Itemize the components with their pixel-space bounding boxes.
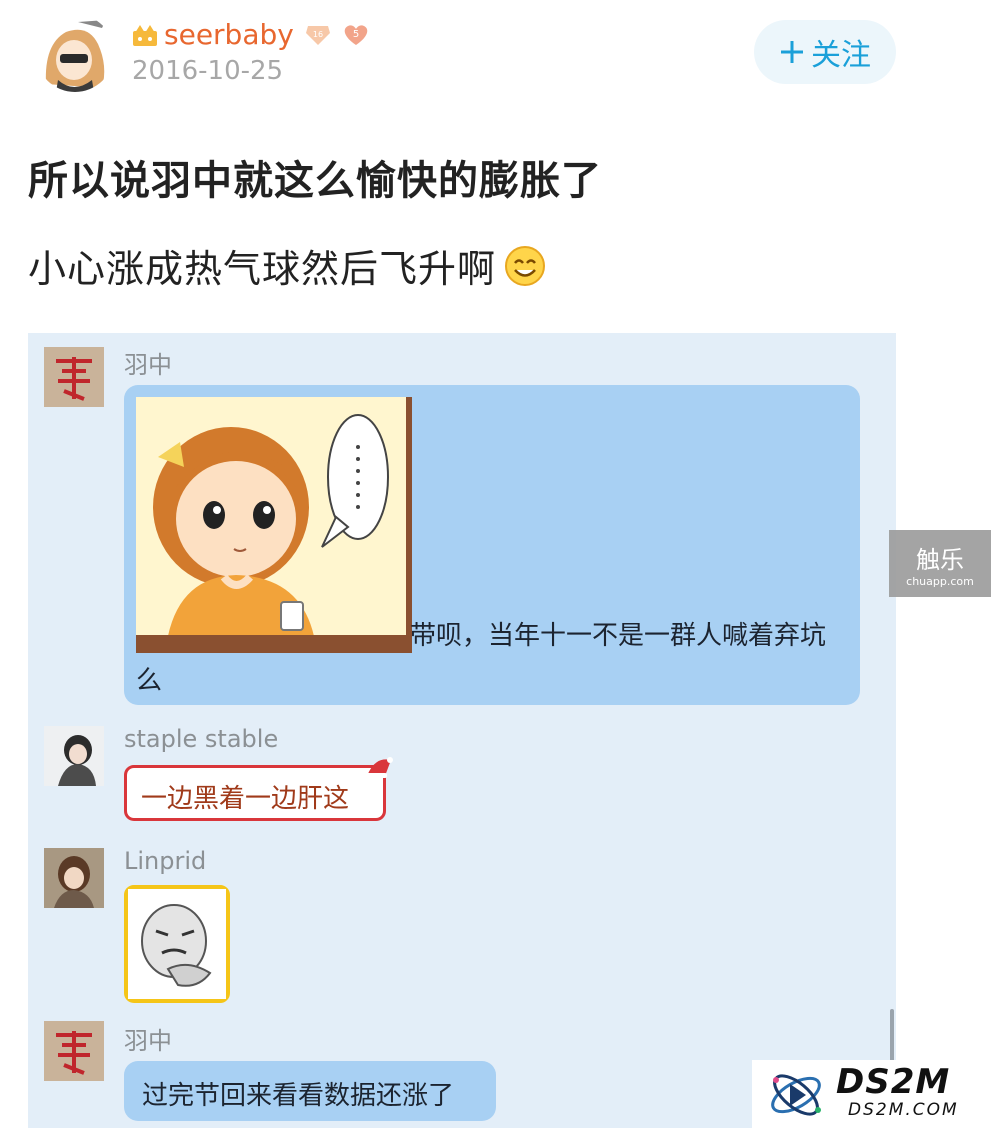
avatar [44, 347, 104, 407]
follow-button[interactable]: 关注 [754, 20, 896, 84]
chuapp-logo-text: 触乐 [916, 545, 964, 574]
level-badge-icon: 16 [304, 23, 332, 47]
message-text-cont: 么 [136, 666, 163, 696]
post-body-text: 小心涨成热气球然后飞升啊 [28, 247, 497, 291]
ds2m-url: DS2M.COM [848, 1100, 959, 1120]
ds2m-watermark: DS2M DS2M.COM [752, 1060, 991, 1128]
avatar [44, 848, 104, 908]
plus-icon [781, 41, 803, 63]
sender-name: 羽中 [124, 351, 172, 379]
author-name-text: seerbaby [164, 18, 294, 51]
level-badge-text: 16 [313, 30, 323, 39]
post-date: 2016-10-25 [132, 56, 284, 86]
chat-screenshot: 羽中 带呗，当年十一不是一群人喊着弃坑 么 staple stable 一边黑着… [28, 333, 896, 1128]
santa-hat-icon [365, 757, 393, 778]
message-bubble: 一边黑着一边肝这 [124, 757, 393, 821]
fan-badge-text: 5 [353, 29, 359, 40]
message-bubble: 过完节回来看看数据还涨了 [124, 1061, 496, 1121]
anime-girl-image [136, 397, 412, 653]
sender-name: 羽中 [124, 1027, 172, 1055]
author-avatar[interactable] [36, 14, 114, 92]
avatar [44, 1021, 104, 1081]
sender-name: Linprid [124, 847, 207, 875]
follow-label: 关注 [811, 38, 871, 73]
fan-badge-icon: 5 [342, 23, 370, 47]
smile-emoji-icon [505, 245, 546, 286]
ds2m-title: DS2M [836, 1062, 951, 1102]
sender-name: staple stable [124, 725, 279, 753]
author-name[interactable]: seerbaby 16 5 [132, 18, 370, 51]
chuapp-watermark: 触乐 chuapp.com [889, 530, 991, 597]
message-text: 过完节回来看看数据还涨了 [142, 1081, 455, 1111]
message-text: 带呗，当年十一不是一群人喊着弃坑 [410, 621, 827, 651]
post-body: 小心涨成热气球然后飞升啊 [28, 238, 546, 293]
ds2m-logo-icon [771, 1074, 821, 1116]
sticker-bubble [124, 885, 230, 1003]
chuapp-url: chuapp.com [906, 574, 974, 588]
message-bubble: 带呗，当年十一不是一群人喊着弃坑 么 [124, 385, 860, 705]
post-title: 所以说羽中就这么愉快的膨胀了 [28, 158, 602, 204]
crown-icon [133, 24, 157, 46]
message-text: 一边黑着一边肝这 [141, 784, 350, 814]
avatar [44, 726, 104, 786]
meme-face-sticker [128, 889, 226, 999]
